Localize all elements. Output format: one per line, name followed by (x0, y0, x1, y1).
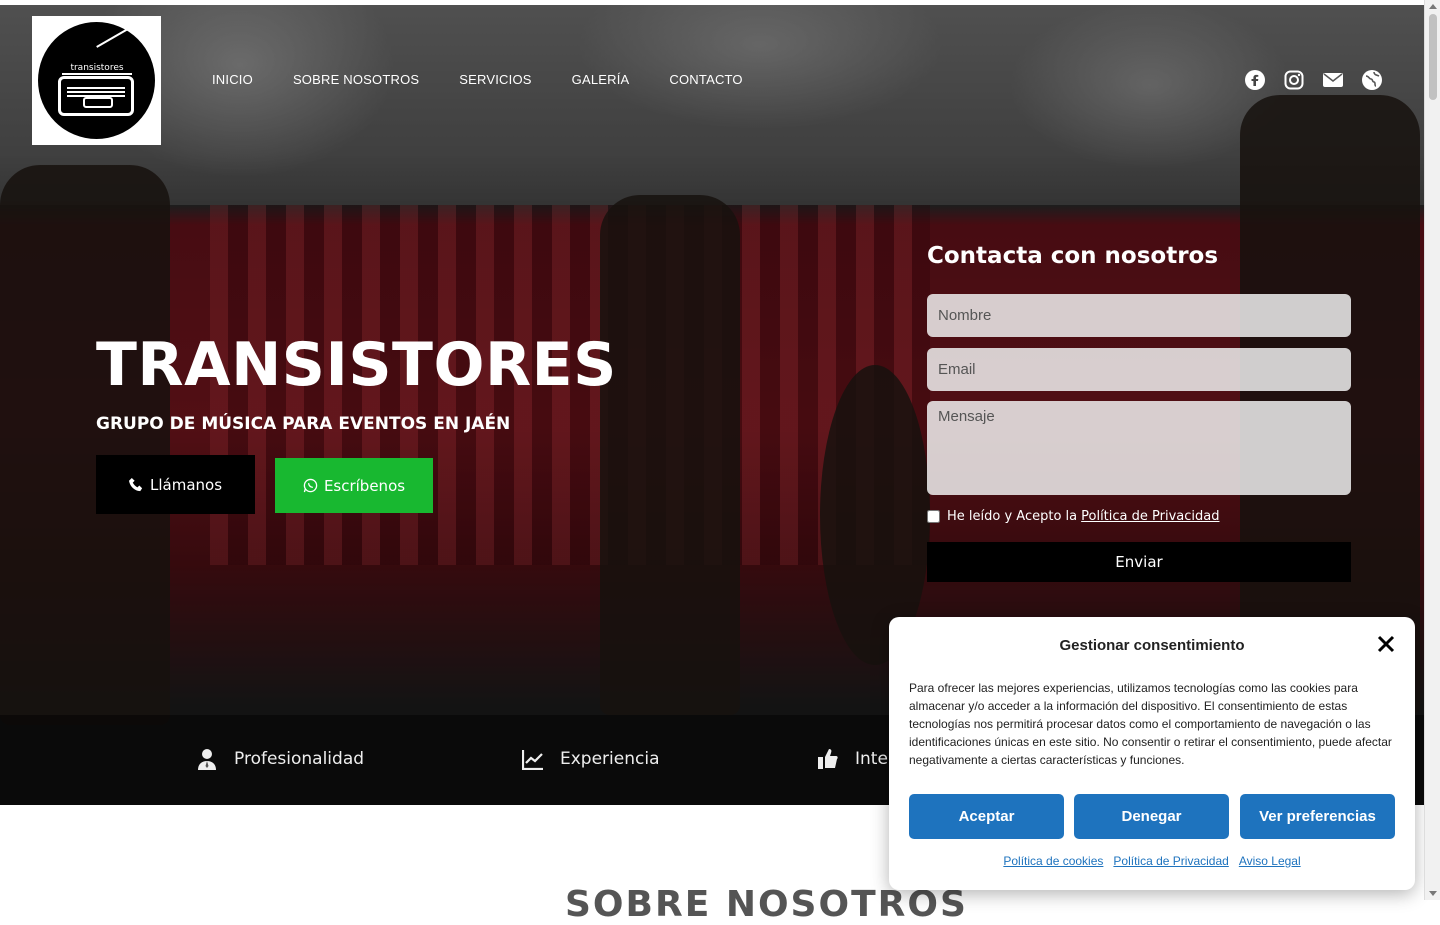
view-preferences-button[interactable]: Ver preferencias (1240, 794, 1395, 839)
feature-label: Inte (855, 749, 888, 769)
site-logo[interactable]: transistores (32, 16, 161, 145)
privacy-policy-link[interactable]: Política de Privacidad (1113, 854, 1228, 868)
whatsapp-button[interactable]: Escríbenos (275, 458, 433, 513)
nav-item-sobre-nosotros[interactable]: SOBRE NOSOTROS (293, 72, 419, 87)
feature-profesionalidad: Profesionalidad (196, 748, 364, 770)
chart-line-icon (522, 750, 543, 770)
logo-disc: transistores (38, 22, 155, 139)
accept-cookies-button[interactable]: Aceptar (909, 794, 1064, 839)
call-button-label: Llámanos (149, 475, 223, 494)
message-field[interactable] (927, 401, 1351, 495)
about-section-title: SOBRE NOSOTROS (565, 884, 968, 925)
social-links (1245, 70, 1382, 90)
envelope-icon[interactable] (1323, 70, 1343, 90)
logo-text: transistores (62, 63, 132, 75)
scrollbar-thumb[interactable] (1429, 14, 1437, 100)
feature-third: Inte (817, 748, 888, 770)
cookie-consent-dialog: Gestionar consentimiento Para ofrecer la… (889, 617, 1415, 890)
thumbs-up-icon (818, 749, 838, 769)
contact-form-title: Contacta con nosotros (927, 243, 1219, 269)
whatsapp-button-label: Escríbenos (323, 476, 406, 495)
nav-item-inicio[interactable]: INICIO (212, 72, 253, 87)
logo-antenna (96, 26, 132, 48)
name-field[interactable] (927, 294, 1351, 337)
privacy-consent: He leído y Acepto la Política de Privaci… (927, 509, 1219, 524)
send-button[interactable]: Enviar (927, 542, 1351, 582)
nav-item-galeria[interactable]: GALERÍA (572, 72, 630, 87)
cookie-links: Política de cookies Política de Privacid… (889, 854, 1415, 868)
hero-subtitle: GRUPO DE MÚSICA PARA EVENTOS EN JAÉN (96, 414, 511, 434)
page-scrollbar[interactable] (1424, 0, 1440, 900)
scroll-down-arrow[interactable] (1429, 891, 1437, 896)
privacy-consent-text: He leído y Acepto la (947, 509, 1078, 524)
feature-label: Experiencia (560, 749, 660, 769)
user-tie-icon (198, 749, 216, 770)
radio-grill (67, 85, 125, 97)
main-nav: INICIO SOBRE NOSOTROS SERVICIOS GALERÍA … (212, 72, 743, 87)
instagram-icon[interactable] (1284, 70, 1304, 90)
cookie-dialog-title: Gestionar consentimiento (1059, 637, 1245, 654)
hero-title: TRANSISTORES (96, 330, 617, 400)
feature-label: Profesionalidad (234, 749, 365, 769)
deny-cookies-button[interactable]: Denegar (1074, 794, 1229, 839)
nav-item-contacto[interactable]: CONTACTO (669, 72, 742, 87)
close-icon[interactable] (1377, 635, 1395, 653)
privacy-checkbox[interactable] (927, 510, 940, 523)
feature-experiencia: Experiencia (522, 748, 660, 770)
radio-icon (58, 76, 134, 116)
legal-notice-link[interactable]: Aviso Legal (1239, 854, 1301, 868)
cookie-policy-link[interactable]: Política de cookies (1003, 854, 1103, 868)
privacy-policy-link[interactable]: Política de Privacidad (1081, 509, 1219, 524)
nav-item-servicios[interactable]: SERVICIOS (459, 72, 531, 87)
facebook-icon[interactable] (1245, 70, 1265, 90)
phone-icon (128, 477, 143, 492)
whatsapp-icon (303, 478, 318, 493)
radio-slot (83, 97, 113, 108)
cookie-dialog-body: Para ofrecer las mejores experiencias, u… (909, 681, 1392, 767)
globe-icon[interactable] (1362, 70, 1382, 90)
email-field[interactable] (927, 348, 1351, 391)
call-button[interactable]: Llámanos (96, 455, 255, 514)
scroll-up-arrow[interactable] (1429, 4, 1437, 9)
